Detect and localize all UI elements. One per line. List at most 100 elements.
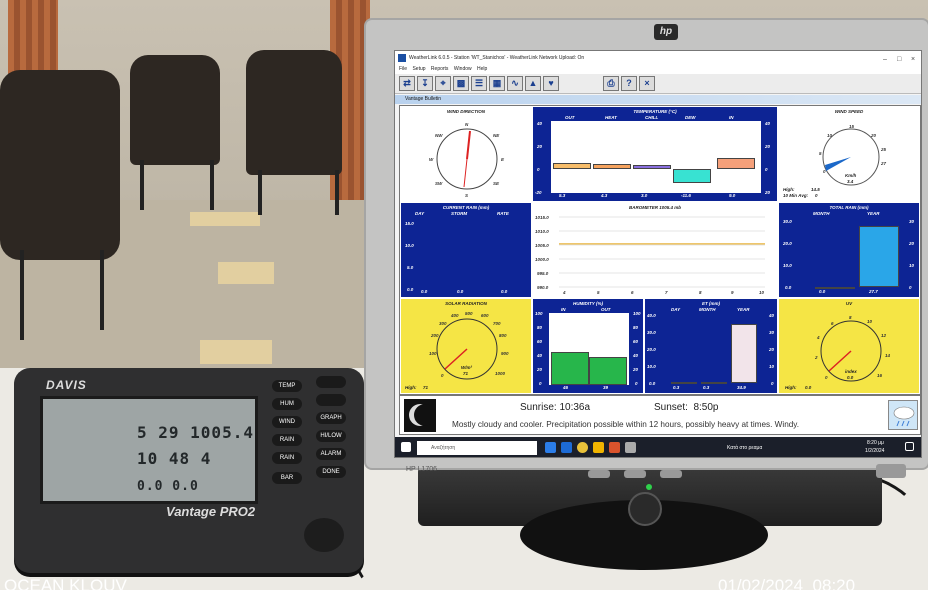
et-header-day: DAY [671,307,681,312]
wind-speed-dial [822,128,880,186]
windows-start-icon[interactable] [401,442,411,452]
wind-dial-tick: 27 [881,161,887,166]
temp-value-heat: 4.3 [601,193,608,198]
total-rain-tick-right: 30 [909,219,915,224]
app-title: WeatherLink 6.0.5 - Station 'WT_Stanicho… [409,55,585,61]
download-icon[interactable]: ↧ [417,76,433,91]
temp-tick: 40 [537,121,543,126]
menu-reports[interactable]: Reports [431,66,449,72]
vantage-bulletin: WIND DIRECTION N NE E SE S SW W NW TEMPE… [399,105,921,395]
moon-phase-icon [404,399,436,432]
bulletin-window-titlebar: Vantage Bulletin [395,95,921,104]
et-tick-right: 0 [771,381,774,386]
plot-icon[interactable]: ▲ [525,76,541,91]
lcd-rain-row: 0.0 0.0 [137,479,199,494]
station-icon[interactable]: ⌖ [435,76,451,91]
rain-header-day: DAY [415,211,425,216]
screen: WeatherLink 6.0.5 - Station 'WT_Stanicho… [394,50,922,458]
strip-chart-icon[interactable]: ∿ [507,76,523,91]
console-key-right-1[interactable] [316,376,346,388]
temp-plot-area [551,121,761,193]
uv-tick: 6 [831,321,834,326]
wind-dial-tick: 5 [819,151,822,156]
panel-wind-direction: WIND DIRECTION N NE E SE S SW W NW [400,106,532,202]
wind-avg-value: 0 [815,193,818,198]
monitor-power-key[interactable] [876,464,906,478]
browse-icon[interactable]: ▦ [489,76,505,91]
humidity-tick: 100 [535,311,543,316]
compass-se: SE [493,181,500,186]
humidity-tick-right: 80 [633,325,639,330]
help-icon[interactable]: ? [621,76,637,91]
menu-setup[interactable]: Setup [412,66,425,72]
osd-button[interactable] [588,470,610,478]
uv-tick: 12 [881,333,887,338]
menu-help[interactable]: Help [477,66,487,72]
chair-leg [140,160,144,210]
rain-tick: 15.0 [405,221,414,226]
tray-date[interactable]: 1/2/2024 [865,448,884,454]
console-key-temp[interactable]: TEMP [272,380,302,392]
menu-window[interactable]: Window [454,66,472,72]
summary-icon[interactable]: ☰ [471,76,487,91]
humidity-header-in: IN [561,307,566,312]
explorer-icon[interactable] [593,442,604,453]
solar-high-value: 71 [423,385,429,390]
wind-avg-label: 10 Min Avg: [783,193,809,198]
panel-et: ET (mm) DAY MONTH YEAR 40.0 30.0 20.0 10… [644,298,778,394]
rain-tick: 5.0 [407,265,414,270]
tray-weather-text[interactable]: Κατά στο ρεαμα [727,445,762,451]
console-key-bar[interactable]: BAR [272,472,302,484]
wind-dial-tick: 10 [827,133,833,138]
temp-value-in: 9.0 [729,193,736,198]
weatherlink-task-icon[interactable] [561,442,572,453]
baro-tick: 1010.0 [535,229,549,234]
exit-icon[interactable]: × [639,76,655,91]
power-button[interactable] [628,492,662,526]
panel-total-rain: TOTAL RAIN (mm) MONTH YEAR 30.0 20.0 10.… [778,202,920,298]
console-dpad[interactable] [304,518,344,552]
task-view-icon[interactable] [545,442,556,453]
temp-tick-right: 0 [765,167,768,172]
baro-x-tick: 8 [699,290,702,295]
connect-icon[interactable]: ⇄ [399,76,415,91]
print-icon[interactable]: ⎙ [603,76,619,91]
console-key-wind[interactable]: WIND [272,416,302,428]
baro-tick: 1000.0 [535,257,549,262]
console-key-done[interactable]: DONE [316,466,346,478]
floor-tile [218,262,274,284]
console-key-hilow[interactable]: HI/LOW [316,430,346,442]
uv-value: 0.0 [847,375,854,380]
et-tick: 20.0 [647,347,656,352]
console-key-right-2[interactable] [316,394,346,406]
total-rain-tick-right: 10 [909,263,915,268]
menu-file[interactable]: File [399,66,407,72]
app-icon-2[interactable] [625,442,636,453]
baro-tick: 1015.0 [535,215,549,220]
app-icon[interactable] [609,442,620,453]
console-key-rain-2[interactable]: RAIN [272,452,302,464]
et-tick-right: 30 [769,330,775,335]
chrome-icon[interactable] [577,442,588,453]
solar-tick: 400 [451,313,459,318]
notification-icon[interactable] [905,442,914,451]
solar-tick: 700 [493,321,501,326]
console-key-rain[interactable]: RAIN [272,434,302,446]
et-tick: 10.0 [647,364,656,369]
solar-title: SOLAR RADIATION [445,301,487,306]
bulletin-icon[interactable]: ▩ [453,76,469,91]
taskbar-search-input[interactable]: Αναζήτηση [417,441,537,455]
baro-x-tick: 7 [665,290,668,295]
console-key-hum[interactable]: HUM [272,398,302,410]
uv-high-label: High: [785,385,797,390]
console-key-graph[interactable]: GRAPH [316,412,346,424]
floor-tile [200,340,272,364]
solar-tick: 1000 [495,371,506,376]
console-key-alarm[interactable]: ALARM [316,448,346,460]
temp-tick-right: 20 [765,144,771,149]
osd-button[interactable] [660,470,682,478]
osd-button[interactable] [624,470,646,478]
toolbar: ⇄ ↧ ⌖ ▩ ☰ ▦ ∿ ▲ ♥ ⎙ ? × [395,74,921,94]
tray-clock[interactable]: 8:20 μμ [867,440,884,446]
network-icon[interactable]: ♥ [543,76,559,91]
